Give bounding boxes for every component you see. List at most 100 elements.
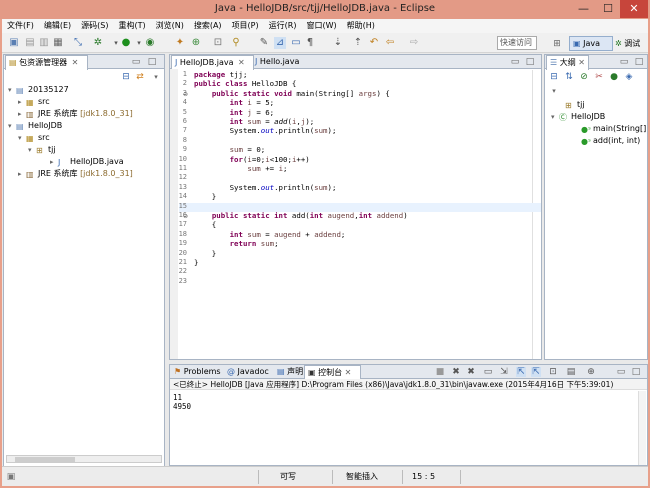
menu-search[interactable]: 搜索(A) — [189, 19, 227, 33]
toggle-word-wrap-icon[interactable]: ⊿ — [274, 37, 286, 49]
menu-file[interactable]: 文件(F) — [2, 19, 39, 33]
back-icon[interactable]: ⇦ — [384, 37, 396, 49]
code-line[interactable]: int i = 5; — [194, 98, 275, 107]
save-all-icon[interactable]: ▥ — [38, 37, 50, 49]
open-type-icon[interactable]: ⊡ — [212, 37, 224, 49]
code-line[interactable]: int sum = add(i,j); — [194, 117, 315, 126]
twisty-icon[interactable]: ▸ — [18, 168, 26, 180]
tab-problems[interactable]: ⚑ Problems — [171, 365, 226, 379]
open-console-icon[interactable]: ⊕ — [586, 367, 596, 377]
tab-console[interactable]: ▣ 控制台 ✕ — [304, 365, 361, 380]
next-annotation-icon[interactable]: ⇣ — [332, 37, 344, 49]
new-java-project-icon[interactable]: ✦ — [174, 37, 186, 49]
twisty-icon[interactable]: ▸ — [18, 108, 26, 120]
external-tools-icon[interactable]: ◉ — [144, 37, 156, 49]
close-icon[interactable]: ✕ — [72, 58, 79, 67]
menu-help[interactable]: 帮助(H) — [342, 19, 380, 33]
new-package-icon[interactable]: ⊕ — [190, 37, 202, 49]
link-with-editor-icon[interactable]: ⇄ — [135, 72, 145, 82]
hide-fields-icon[interactable]: ⊘ — [579, 72, 589, 82]
toggle-mark-occurrences-icon[interactable]: ✎ — [258, 37, 270, 49]
tree-item-jre[interactable]: ▸ ▥ JRE 系统库 [jdk1.8.0_31] — [18, 168, 133, 180]
code-line[interactable]: int j = 6; — [194, 108, 275, 117]
save-icon[interactable]: ▤ — [24, 37, 36, 49]
menu-refactor[interactable]: 重构(T) — [113, 19, 150, 33]
tab-hello-java[interactable]: J Hello.java — [252, 55, 315, 69]
code-line[interactable]: sum += i; — [194, 164, 287, 173]
outline-item-method[interactable]: ●ˢ main(String[] — [581, 123, 646, 135]
remove-all-launches-icon[interactable]: ✖ — [466, 367, 476, 377]
twisty-icon[interactable]: ▾ — [8, 120, 16, 132]
vertical-scrollbar[interactable] — [638, 391, 646, 465]
tree-item-jre[interactable]: ▸ ▥ JRE 系统库 [jdk1.8.0_31] — [18, 108, 133, 120]
tree-item-src[interactable]: ▸ ▦ src — [18, 96, 50, 108]
code-line[interactable]: sum = 0; — [194, 145, 266, 154]
code-line[interactable]: public class HelloJDB { — [194, 79, 296, 88]
previous-annotation-icon[interactable]: ⇡ — [352, 37, 364, 49]
close-button[interactable]: ✕ — [620, 0, 648, 18]
code-line[interactable]: for(i=0;i<100;i++) — [194, 155, 310, 164]
code-line[interactable]: System.out.println(sum); — [194, 183, 337, 192]
hide-static-icon[interactable]: ✂ — [594, 72, 604, 82]
collapse-all-icon[interactable]: ⊟ — [121, 72, 131, 82]
twisty-icon[interactable]: ▸ — [50, 156, 58, 168]
fold-icon[interactable]: ⊖ — [183, 91, 188, 98]
perspective-debug-button[interactable]: ✲ 调试 — [615, 37, 647, 51]
twisty-icon[interactable]: ▾ — [551, 111, 559, 123]
tree-item-package[interactable]: ▾ ⊞ tjj — [28, 144, 56, 156]
collapse-all-icon[interactable]: ⊟ — [549, 72, 559, 82]
menu-edit[interactable]: 编辑(E) — [39, 19, 76, 33]
tab-outline[interactable]: ☰ 大纲 ✕ — [546, 55, 589, 70]
terminate-icon[interactable]: ■ — [435, 367, 445, 377]
outline-item-class[interactable]: ▾ Ⓒ HelloJDB — [551, 111, 605, 123]
code-line[interactable]: int sum = augend + addend; — [194, 230, 346, 239]
show-on-stdout-icon[interactable]: ⇱ — [516, 367, 526, 377]
view-menu-icon[interactable]: ▾ — [151, 72, 161, 82]
close-icon[interactable]: ✕ — [578, 58, 585, 67]
twisty-icon[interactable]: ▾ — [18, 132, 26, 144]
skip-breakpoints-icon[interactable]: ⤡ — [72, 37, 84, 49]
fold-icon[interactable]: ⊖ — [183, 213, 188, 220]
remove-launch-icon[interactable]: ✖ — [451, 367, 461, 377]
quick-access-input[interactable]: 快速访问 — [497, 36, 537, 50]
minimize-button[interactable]: — — [571, 0, 596, 18]
fast-view-icon[interactable]: ▣ — [6, 472, 16, 482]
twisty-icon[interactable]: ▾ — [8, 84, 16, 96]
scroll-lock-icon[interactable]: ⇲ — [499, 367, 509, 377]
run-icon[interactable]: ● — [120, 37, 132, 49]
debug-icon[interactable]: ✲ — [92, 37, 104, 49]
code-line[interactable]: public static void main(String[] args) { — [194, 89, 390, 98]
maximize-icon[interactable]: □ — [525, 57, 535, 67]
code-line[interactable]: } — [194, 192, 216, 201]
twisty-icon[interactable]: ▸ — [18, 96, 26, 108]
tab-package-explorer[interactable]: ▤ 包资源管理器 ✕ — [5, 55, 88, 70]
hide-non-public-icon[interactable]: ● — [609, 72, 619, 82]
forward-icon[interactable]: ⇨ — [408, 37, 420, 49]
menu-window[interactable]: 窗口(W) — [301, 19, 341, 33]
show-whitespace-icon[interactable]: ¶ — [304, 37, 316, 49]
perspective-java-button[interactable]: ▣ Java — [569, 36, 613, 51]
maximize-icon[interactable]: □ — [147, 57, 157, 67]
open-perspective-icon[interactable]: ⊞ — [552, 39, 562, 49]
pin-console-icon[interactable]: ⊡ — [548, 367, 558, 377]
view-menu-icon[interactable]: ▾ — [549, 86, 559, 96]
menu-navigate[interactable]: 浏览(N) — [151, 19, 189, 33]
close-icon[interactable]: ✕ — [345, 368, 352, 377]
new-icon[interactable]: ▣ — [8, 37, 20, 49]
code-line[interactable]: System.out.println(sum); — [194, 126, 337, 135]
close-icon[interactable]: ✕ — [238, 58, 245, 67]
code-line[interactable]: { — [194, 220, 216, 229]
outline-item-method[interactable]: ●ˢ add(int, int) — [581, 135, 640, 147]
tab-hellojdb-java[interactable]: J HelloJDB.java ✕ — [171, 55, 254, 70]
print-icon[interactable]: ▦ — [52, 37, 64, 49]
tree-item-project[interactable]: ▾ ▤ HelloJDB — [8, 120, 62, 132]
code-line[interactable]: return sum; — [194, 239, 279, 248]
tree-item-project[interactable]: ▾ ▤ 20135127 — [8, 84, 69, 96]
minimize-icon[interactable]: ▭ — [131, 57, 141, 67]
maximize-icon[interactable]: □ — [634, 57, 644, 67]
scrollbar-thumb[interactable] — [15, 457, 75, 462]
minimize-icon[interactable]: ▭ — [616, 367, 626, 377]
show-on-stderr-icon[interactable]: ⇱ — [531, 367, 541, 377]
minimize-icon[interactable]: ▭ — [619, 57, 629, 67]
display-console-icon[interactable]: ▤ — [566, 367, 576, 377]
